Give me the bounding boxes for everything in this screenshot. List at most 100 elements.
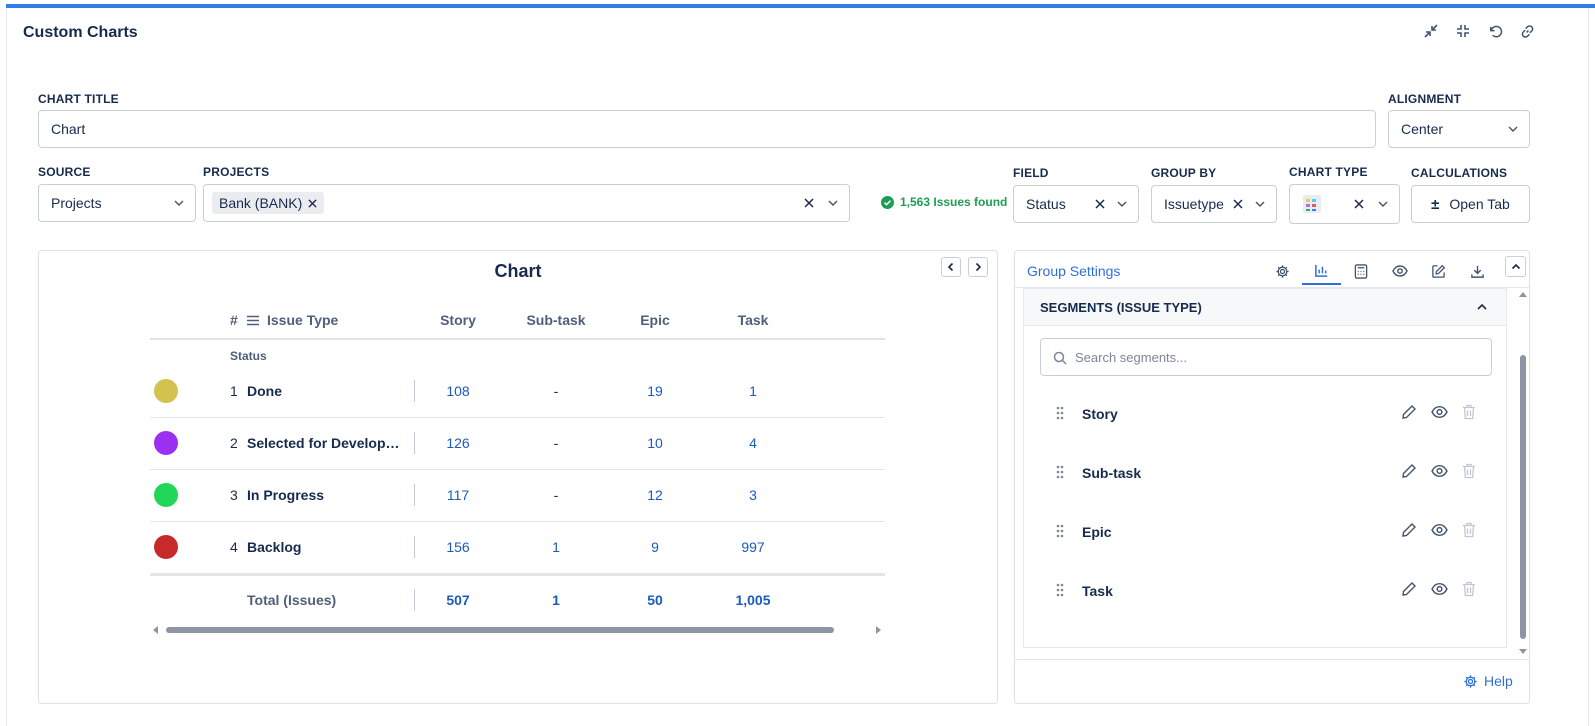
cell-value: - xyxy=(553,487,559,503)
calculator-tab[interactable] xyxy=(1341,257,1380,285)
total-label: Total (Issues) xyxy=(247,592,337,608)
header-issue-type[interactable]: Issue Type xyxy=(247,312,338,328)
eye-icon[interactable] xyxy=(1431,581,1448,597)
pencil-icon[interactable] xyxy=(1401,404,1417,420)
edit-icon xyxy=(1432,264,1446,278)
cell-value[interactable]: 10 xyxy=(625,435,685,451)
chevron-right-icon xyxy=(975,262,982,272)
search-placeholder: Search segments... xyxy=(1075,349,1187,365)
source-label: SOURCE xyxy=(38,165,91,179)
edit-tab[interactable] xyxy=(1419,257,1458,285)
chart-title-input[interactable]: Chart xyxy=(38,110,1376,148)
column-header-epic[interactable]: Epic xyxy=(625,312,685,328)
horizontal-scrollbar[interactable] xyxy=(166,627,834,633)
collapse-arrows-icon[interactable] xyxy=(1422,22,1440,40)
charttype-label: CHART TYPE xyxy=(1289,165,1368,179)
vertical-scrollbar[interactable] xyxy=(1520,355,1526,639)
total-value[interactable]: 1 xyxy=(526,592,586,608)
pencil-icon[interactable] xyxy=(1401,522,1417,538)
cell-value[interactable]: 12 xyxy=(625,487,685,503)
chart-tab[interactable] xyxy=(1302,257,1341,285)
chart-panel: Chart # Issue Type Story Sub-task Epic Task… xyxy=(38,250,998,704)
pencil-icon[interactable] xyxy=(1401,463,1417,479)
scroll-up-icon[interactable] xyxy=(1519,291,1527,299)
open-tab-button[interactable]: ± Open Tab xyxy=(1411,185,1530,223)
chart-title: Chart xyxy=(494,261,542,281)
visibility-tab[interactable] xyxy=(1380,257,1419,285)
eye-icon[interactable] xyxy=(1431,522,1448,538)
column-header-task[interactable]: Task xyxy=(723,312,783,328)
trash-icon[interactable] xyxy=(1462,463,1476,479)
settings-tab[interactable] xyxy=(1263,257,1302,285)
drag-handle-icon[interactable] xyxy=(1056,465,1064,479)
total-value[interactable]: 1,005 xyxy=(723,592,783,608)
column-separator xyxy=(414,380,415,402)
segments-header[interactable]: SEGMENTS (ISSUE TYPE) xyxy=(1023,288,1507,326)
clear-icon[interactable] xyxy=(1353,198,1365,210)
help-link[interactable]: Help xyxy=(1463,673,1513,689)
column-separator xyxy=(414,432,415,454)
status-color-dot xyxy=(154,379,178,403)
chart-title-value: Chart xyxy=(51,121,86,137)
eye-icon[interactable] xyxy=(1431,463,1448,479)
column-header-story[interactable]: Story xyxy=(428,312,488,328)
scroll-down-icon[interactable] xyxy=(1519,647,1527,655)
trash-icon[interactable] xyxy=(1462,581,1476,597)
undo-icon[interactable] xyxy=(1486,22,1504,40)
download-icon xyxy=(1471,265,1484,278)
alignment-label: ALIGNMENT xyxy=(1388,92,1462,106)
status-group-label: Status xyxy=(230,349,267,363)
clear-icon[interactable] xyxy=(1232,198,1244,210)
header-divider xyxy=(150,338,885,340)
trash-icon[interactable] xyxy=(1462,522,1476,538)
scroll-left-icon[interactable] xyxy=(152,626,160,634)
collapse-panel-button[interactable] xyxy=(1505,256,1526,277)
scroll-right-icon[interactable] xyxy=(874,626,882,634)
clear-icon[interactable] xyxy=(803,197,815,209)
cell-value[interactable]: 4 xyxy=(723,435,783,451)
next-button[interactable] xyxy=(968,257,988,277)
segment-name: Epic xyxy=(1082,524,1112,540)
total-value[interactable]: 507 xyxy=(428,592,488,608)
clear-icon[interactable] xyxy=(1094,198,1106,210)
alignment-select[interactable]: Center xyxy=(1388,110,1530,148)
cell-value[interactable]: 117 xyxy=(428,487,488,503)
cell-value[interactable]: 1 xyxy=(526,539,586,555)
search-segments-input[interactable]: Search segments... xyxy=(1040,338,1492,376)
total-value[interactable]: 50 xyxy=(625,592,685,608)
cell-value[interactable]: 1 xyxy=(723,383,783,399)
projects-select[interactable]: Bank (BANK) xyxy=(203,184,850,222)
drag-handle-icon[interactable] xyxy=(1056,406,1064,420)
table-chart-icon xyxy=(1303,195,1321,213)
segment-name: Sub-task xyxy=(1082,465,1142,481)
eye-icon[interactable] xyxy=(1431,404,1448,420)
cell-value[interactable]: 156 xyxy=(428,539,488,555)
bar-chart-icon xyxy=(1315,264,1328,277)
prev-button[interactable] xyxy=(941,257,961,277)
field-select[interactable]: Status xyxy=(1013,185,1139,223)
window-controls xyxy=(1422,22,1536,40)
cell-value[interactable]: 9 xyxy=(625,539,685,555)
pencil-icon[interactable] xyxy=(1401,581,1417,597)
cell-value[interactable]: 3 xyxy=(723,487,783,503)
drag-handle-icon[interactable] xyxy=(1056,524,1064,538)
drag-handle-icon[interactable] xyxy=(1056,583,1064,597)
column-separator xyxy=(414,589,415,611)
link-icon[interactable] xyxy=(1518,22,1536,40)
download-tab[interactable] xyxy=(1458,257,1497,285)
charttype-select[interactable] xyxy=(1289,184,1400,224)
cell-value[interactable]: 108 xyxy=(428,383,488,399)
cell-value[interactable]: 19 xyxy=(625,383,685,399)
groupby-select[interactable]: Issuetype xyxy=(1151,185,1277,223)
trash-icon[interactable] xyxy=(1462,404,1476,420)
cell-value[interactable]: 126 xyxy=(428,435,488,451)
tag-remove-icon[interactable] xyxy=(308,198,317,208)
chevron-down-icon xyxy=(174,200,184,206)
column-header-sub-task[interactable]: Sub-task xyxy=(526,312,586,328)
segment-item: Task xyxy=(1056,579,1476,603)
minimize-icon[interactable] xyxy=(1454,22,1472,40)
column-separator xyxy=(414,484,415,506)
segment-item: Epic xyxy=(1056,520,1476,544)
source-select[interactable]: Projects xyxy=(38,184,196,222)
cell-value[interactable]: 997 xyxy=(723,539,783,555)
